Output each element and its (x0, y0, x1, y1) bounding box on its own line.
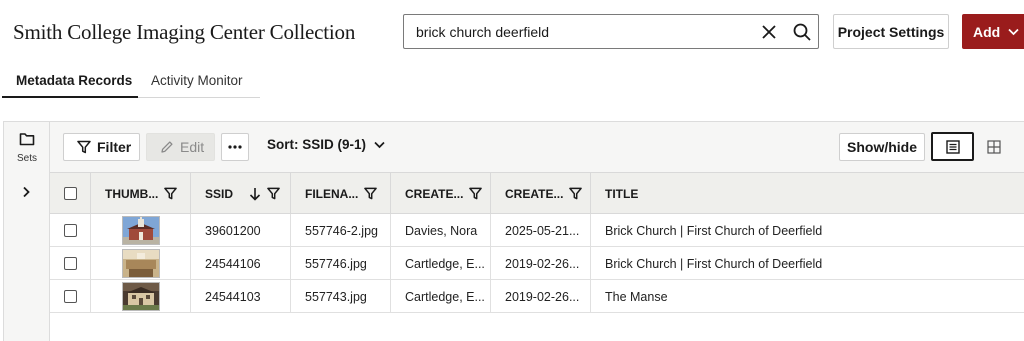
sets-sidebar: Sets (3, 121, 50, 341)
search-icon[interactable] (792, 22, 812, 42)
row-select-cell (50, 280, 91, 313)
column-label: CREATE... (505, 186, 564, 201)
creator-cell: Cartledge, E... (391, 280, 491, 313)
grid-view-icon (987, 140, 1001, 154)
chevron-right-icon[interactable] (19, 185, 33, 199)
created-cell: 2019-02-26... (491, 247, 591, 280)
grid-view-button[interactable] (974, 133, 1014, 161)
edit-button[interactable]: Edit (146, 133, 215, 161)
sort-dropdown[interactable]: Sort: SSID (9-1) (267, 137, 385, 152)
column-header-thumbnail[interactable]: THUMB... (91, 173, 191, 214)
pencil-icon (160, 140, 174, 154)
arrow-down-icon[interactable] (249, 187, 261, 201)
column-header-filename[interactable]: FILENA... (291, 173, 391, 214)
creator-cell: Davies, Nora (391, 214, 491, 247)
column-header-creator[interactable]: CREATE... (391, 173, 491, 214)
column-label: FILENA... (305, 186, 359, 201)
title-cell: The Manse (605, 289, 668, 304)
title-cell: Brick Church | First Church of Deerfield (605, 256, 823, 271)
edit-label: Edit (180, 139, 205, 155)
app-title: Smith College Imaging Center Collection (13, 20, 356, 44)
filter-label: Filter (97, 139, 132, 155)
filter-button[interactable]: Filter (63, 133, 140, 161)
show-hide-button[interactable]: Show/hide (839, 133, 925, 161)
filename-cell: 557743.jpg (291, 280, 391, 313)
column-label: TITLE (605, 186, 639, 201)
more-horizontal-icon (228, 145, 242, 149)
table-row[interactable]: 24544103 557743.jpg Cartledge, E... 2019… (50, 280, 1024, 313)
ssid-cell: 24544103 (191, 280, 291, 313)
sort-label: Sort: SSID (9-1) (267, 137, 367, 152)
filter-icon[interactable] (164, 187, 178, 200)
filter-icon (77, 140, 91, 154)
thumbnail-cell (91, 247, 191, 280)
add-button-label: Add (973, 23, 1001, 40)
row-select-cell (50, 214, 91, 247)
thumbnail-cell (91, 214, 191, 247)
thumbnail-manse[interactable] (121, 282, 160, 311)
row-checkbox[interactable] (63, 257, 77, 270)
list-view-icon (945, 139, 960, 154)
row-checkbox[interactable] (63, 224, 77, 237)
close-icon[interactable] (760, 23, 778, 41)
more-options-button[interactable] (221, 133, 249, 161)
sets-label: Sets (16, 153, 37, 164)
search-box (403, 14, 819, 49)
project-settings-button[interactable]: Project Settings (833, 14, 949, 49)
table-row[interactable]: 24544106 557746.jpg Cartledge, E... 2019… (50, 247, 1024, 280)
ssid-cell: 24544106 (191, 247, 291, 280)
column-header-title[interactable]: TITLE (591, 173, 1024, 214)
add-button[interactable]: Add (962, 14, 1024, 49)
thumbnail-church-interior[interactable] (121, 249, 160, 278)
thumbnail-church-exterior[interactable] (121, 216, 160, 245)
thumbnail-cell (91, 280, 191, 313)
creator-cell: Cartledge, E... (391, 247, 491, 280)
ssid-cell: 39601200 (191, 214, 291, 247)
created-cell: 2019-02-26... (491, 280, 591, 313)
created-cell: 2025-05-21... (491, 214, 591, 247)
tab-bar: Metadata Records Activity Monitor (2, 62, 260, 98)
chevron-down-icon (374, 141, 385, 149)
filter-icon[interactable] (569, 187, 583, 200)
filter-icon[interactable] (267, 187, 280, 200)
select-all-cell (50, 173, 91, 214)
column-header-created[interactable]: CREATE... (491, 173, 591, 214)
table-header: THUMB... SSID FILENA... CREATE... CREATE… (50, 173, 1024, 214)
filter-icon[interactable] (364, 187, 378, 200)
table-row[interactable]: 39601200 557746-2.jpg Davies, Nora 2025-… (50, 214, 1024, 247)
active-tab-indicator (2, 96, 138, 98)
chevron-down-icon (1008, 28, 1019, 36)
tab-activity-monitor[interactable]: Activity Monitor (151, 73, 243, 88)
search-input[interactable] (416, 23, 746, 41)
column-label: SSID (205, 186, 234, 201)
filter-icon[interactable] (469, 187, 483, 200)
title-cell: Brick Church | First Church of Deerfield (605, 223, 823, 238)
folder-icon[interactable] (19, 132, 35, 146)
column-label: CREATE... (405, 186, 464, 201)
row-select-cell (50, 247, 91, 280)
tab-metadata-records[interactable]: Metadata Records (16, 73, 132, 88)
select-all-checkbox[interactable] (63, 187, 77, 200)
records-table: THUMB... SSID FILENA... CREATE... CREATE… (50, 172, 1024, 341)
column-label: THUMB... (105, 186, 159, 201)
row-checkbox[interactable] (63, 290, 77, 303)
list-view-button[interactable] (931, 132, 974, 161)
column-header-ssid[interactable]: SSID (191, 173, 291, 214)
filename-cell: 557746.jpg (291, 247, 391, 280)
filename-cell: 557746-2.jpg (291, 214, 391, 247)
